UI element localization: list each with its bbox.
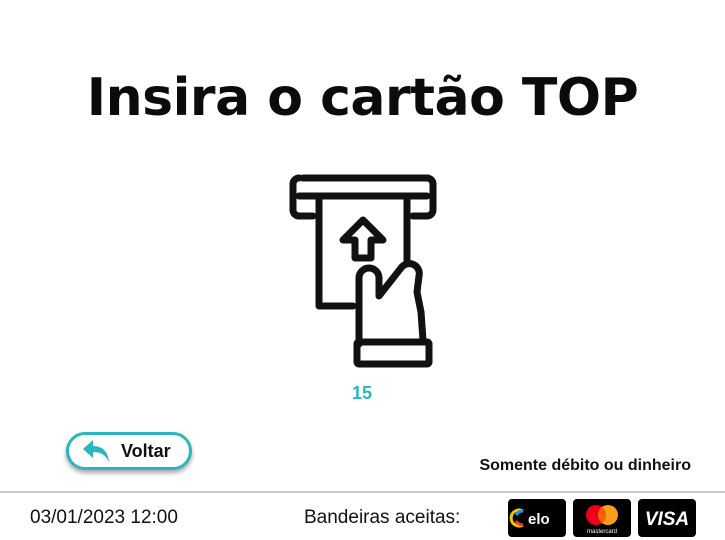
visa-logo: VISA [638,499,696,537]
svg-text:mastercard: mastercard [587,529,617,535]
reply-arrow-icon [83,440,109,462]
insert-card-icon [289,174,437,368]
footer-bar: 03/01/2023 12:00 Bandeiras aceitas: elo … [0,491,725,540]
mastercard-logo: mastercard [573,499,631,537]
svg-text:VISA: VISA [645,509,689,530]
back-button-label: Voltar [121,440,171,461]
page-title: Insira o cartão TOP [86,68,639,128]
accepted-brands-label: Bandeiras aceitas: [304,507,461,528]
datetime: 03/01/2023 12:00 [30,507,178,528]
svg-text:elo: elo [528,511,550,528]
elo-logo: elo [508,499,566,537]
back-button[interactable]: Voltar [66,432,192,470]
payment-note: Somente débito ou dinheiro [479,457,691,474]
countdown-timer: 15 [351,383,373,403]
